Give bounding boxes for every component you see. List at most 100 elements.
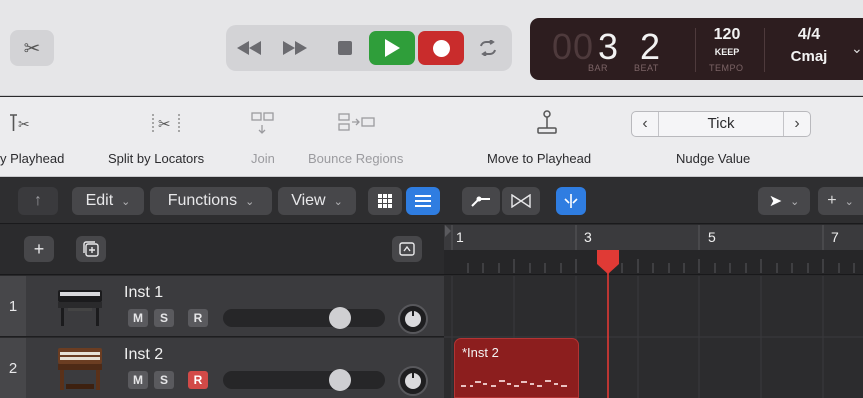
join-icon (248, 109, 278, 137)
chevron-down-icon: ⌄ (245, 195, 255, 208)
functions-menu[interactable]: Functions ⌄ (150, 187, 272, 215)
volume-slider[interactable] (223, 307, 385, 329)
automation-button[interactable] (462, 187, 500, 215)
chevron-down-icon: ⌄ (844, 195, 854, 208)
playhead-marker-icon (597, 250, 619, 398)
grid-view-button[interactable] (368, 187, 402, 215)
logic-window: ✂ 00 3 2 BAR BEAT 120 KEEP TEMPO 4/4 Cma… (0, 0, 863, 398)
crosshair-icon: + (827, 192, 837, 209)
nudge-increase-button[interactable]: › (784, 112, 810, 136)
tool-strip: ✂ y Playhead ✂ Split by Locators Join Bo… (0, 97, 863, 177)
grid-icon (378, 194, 392, 208)
split-by-locators-label: Split by Locators (108, 151, 205, 166)
playhead[interactable] (595, 250, 621, 398)
catch-playhead-icon (564, 194, 578, 208)
pan-knob[interactable] (398, 366, 428, 396)
move-to-playhead-button[interactable] (532, 109, 562, 137)
lcd-divider (695, 28, 696, 72)
mute-button[interactable]: M (128, 309, 148, 327)
split-by-locators-icon: ✂ (146, 109, 186, 137)
list-view-button[interactable] (406, 187, 440, 215)
bar-value: 3 (598, 26, 619, 67)
flex-icon (511, 194, 531, 208)
svg-text:✂: ✂ (18, 117, 30, 133)
key-signature[interactable]: Cmaj (782, 48, 836, 65)
track-name[interactable]: Inst 1 (124, 284, 163, 302)
electric-piano-icon (58, 290, 102, 326)
volume-knob[interactable] (329, 369, 351, 391)
record-enable-button[interactable]: R (188, 309, 208, 327)
track-name[interactable]: Inst 2 (124, 346, 163, 364)
record-button[interactable] (418, 31, 464, 65)
pan-knob[interactable] (398, 304, 428, 334)
track-row-1[interactable]: 1 Inst 1 M S R (0, 276, 444, 337)
duplicate-track-icon (83, 241, 99, 257)
solo-button[interactable]: S (154, 371, 174, 389)
stop-icon (338, 41, 352, 55)
move-to-playhead-label: Move to Playhead (487, 151, 592, 166)
arrange-area[interactable]: *Inst 2 (444, 276, 863, 398)
nudge-value-label: Nudge Value (676, 151, 751, 166)
split-by-locators-button[interactable]: ✂ (146, 109, 186, 137)
chevron-down-icon: ⌄ (121, 195, 131, 208)
volume-slider[interactable] (223, 369, 385, 391)
functions-menu-label: Functions (167, 192, 238, 209)
new-track-stack-button[interactable] (76, 236, 106, 262)
chevron-down-icon: ⌄ (790, 195, 800, 208)
up-arrow-icon: ↑ (34, 192, 42, 209)
ruler-ticks (445, 225, 855, 273)
fast-forward-button[interactable] (276, 31, 314, 65)
track-header-bar: + (0, 225, 444, 275)
time-signature[interactable]: 4/4 (782, 26, 836, 44)
chevron-down-icon: ⌄ (333, 195, 343, 208)
collapse-tracks-button[interactable] (392, 236, 422, 262)
bounce-regions-icon (332, 109, 382, 137)
track-number: 1 (0, 276, 26, 336)
beat-label: BEAT (634, 63, 659, 73)
transport-controls (226, 25, 512, 71)
midi-region[interactable]: *Inst 2 (454, 338, 579, 398)
solo-button[interactable]: S (154, 309, 174, 327)
volume-knob[interactable] (329, 307, 351, 329)
rewind-button[interactable] (230, 31, 268, 65)
catch-playhead-button[interactable] (556, 187, 586, 215)
secondary-tool-menu[interactable]: + ⌄ (818, 187, 863, 215)
track-row-2[interactable]: 2 Inst 2 M S R (0, 338, 444, 398)
lcd-display[interactable]: 00 3 2 BAR BEAT 120 KEEP TEMPO 4/4 Cmaj … (530, 18, 863, 80)
timeline-ruler[interactable]: 1 3 5 7 (444, 225, 863, 275)
play-button[interactable] (369, 31, 415, 65)
cycle-button[interactable] (471, 31, 505, 65)
record-enable-button[interactable]: R (188, 371, 208, 389)
join-label: Join (251, 151, 275, 166)
midi-notes (461, 380, 567, 387)
tempo-mode: KEEP (714, 47, 740, 57)
play-icon (385, 39, 400, 57)
view-menu[interactable]: View ⌄ (278, 187, 356, 215)
plus-icon: + (33, 238, 45, 259)
join-button[interactable] (248, 109, 278, 137)
collapse-icon (399, 242, 415, 256)
cycle-icon (480, 40, 496, 56)
edit-menu-label: Edit (85, 192, 114, 209)
list-icon (415, 195, 431, 207)
nudge-decrease-button[interactable]: ‹ (632, 112, 658, 136)
nudge-value-control[interactable]: ‹ Tick › (631, 111, 811, 137)
nudge-value-field[interactable]: Tick (658, 112, 784, 136)
move-to-playhead-icon (532, 109, 562, 137)
stop-button[interactable] (328, 31, 362, 65)
mute-button[interactable]: M (128, 371, 148, 389)
svg-text:✂: ✂ (158, 115, 171, 133)
tempo-label: TEMPO (709, 63, 744, 73)
pointer-tool-menu[interactable]: ➤ ⌄ (758, 187, 810, 215)
edit-menu[interactable]: Edit ⌄ (72, 187, 144, 215)
chevron-down-icon[interactable]: ⌄ (851, 40, 863, 57)
split-at-playhead-button[interactable]: ✂ (6, 109, 36, 137)
flex-button[interactable] (502, 187, 540, 215)
bounce-regions-button[interactable] (332, 109, 382, 137)
scissors-icon: ✂ (23, 37, 41, 60)
up-arrow-button[interactable]: ↑ (18, 187, 58, 215)
split-at-playhead-icon: ✂ (6, 109, 36, 137)
tempo-value[interactable]: 120 (702, 26, 752, 44)
scissors-tool-button[interactable]: ✂ (10, 30, 54, 66)
add-track-button[interactable]: + (24, 236, 54, 262)
